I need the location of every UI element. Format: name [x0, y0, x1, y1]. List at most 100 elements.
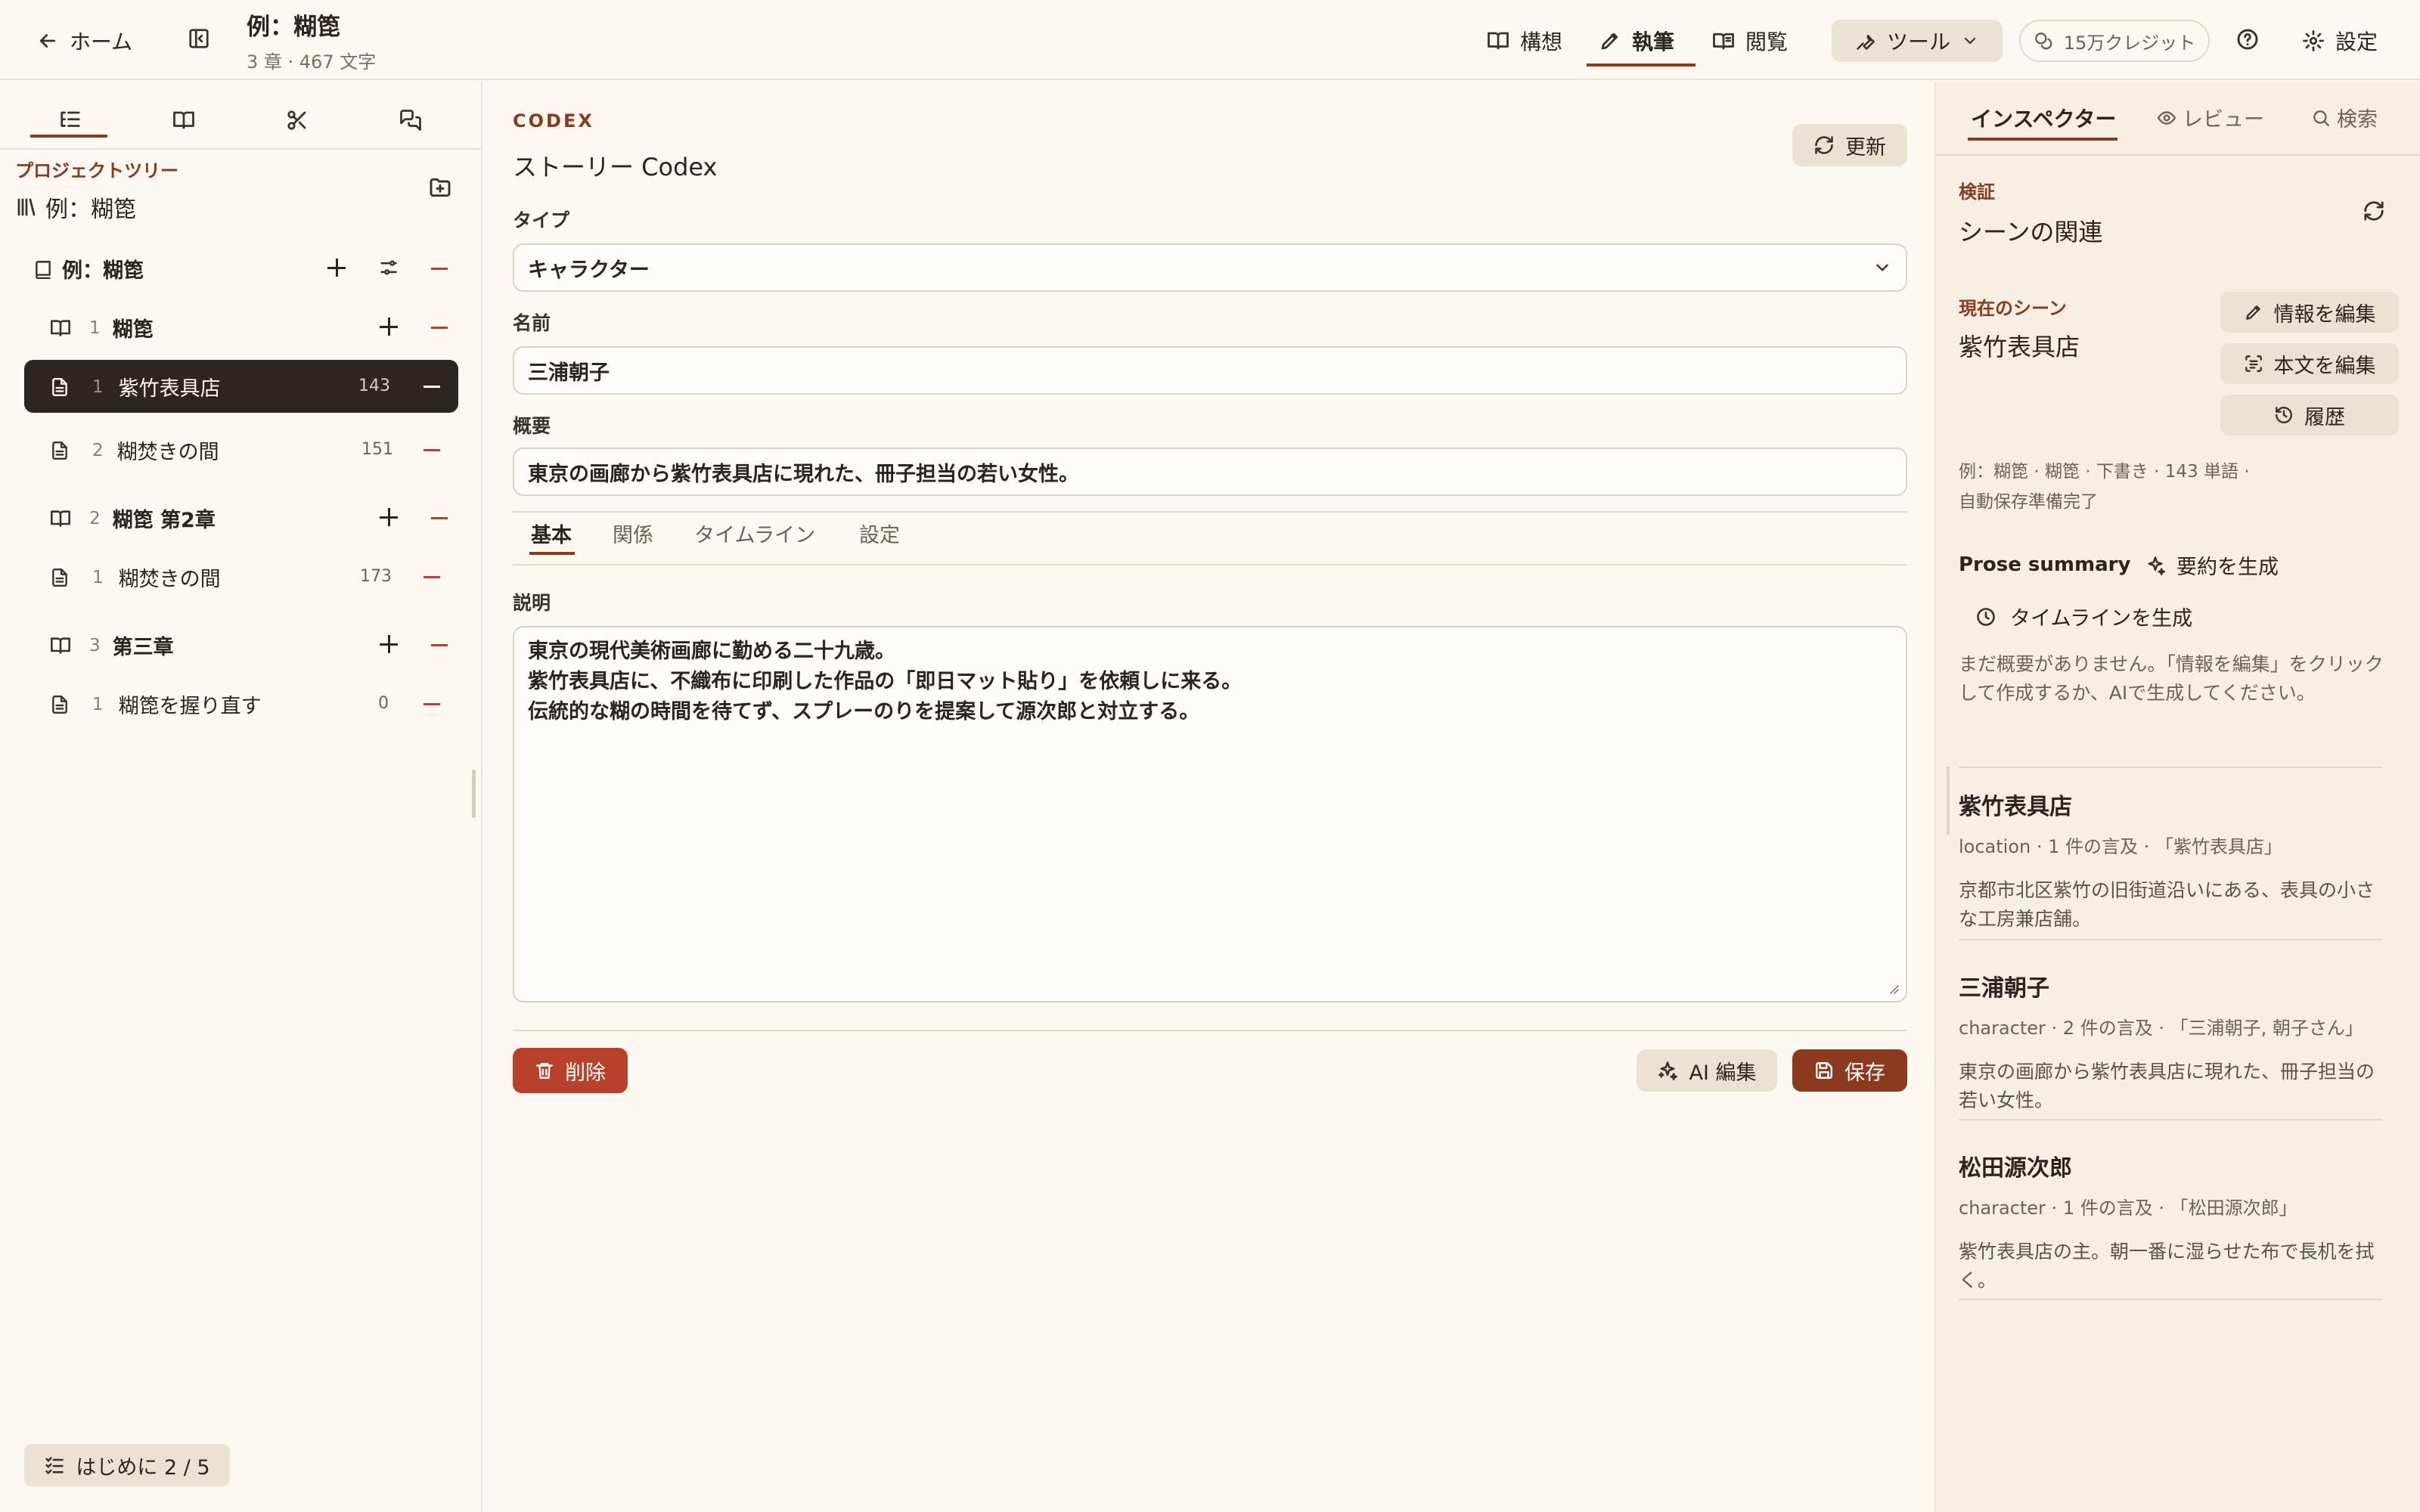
chapter-title: 糊箆 第2章 — [112, 509, 216, 532]
collapse-book-button[interactable] — [431, 268, 448, 270]
tab-relations[interactable]: 関係 — [613, 519, 653, 548]
tree-book-row[interactable]: 例：糊箆 — [33, 254, 144, 284]
settings-button[interactable]: 設定 — [2302, 26, 2378, 56]
tab-search[interactable]: 検索 — [2311, 103, 2378, 132]
entry-meta: character · 2 件の言及 · 「三浦朝子, 朝子さん」 — [1959, 1018, 2363, 1039]
entry-title: 松田源次郎 — [1959, 1155, 2072, 1182]
mode-write-button[interactable]: 執筆 — [1599, 26, 1674, 56]
resize-grip-icon[interactable] — [1886, 981, 1900, 995]
tab-chat[interactable] — [361, 100, 460, 145]
book-icon — [33, 259, 53, 279]
tab-cut[interactable] — [248, 100, 346, 145]
sidebar-toggle-icon — [188, 27, 210, 50]
tree-chapter-row[interactable]: 2 糊箆 第2章 — [50, 503, 216, 533]
add-scene-button[interactable] — [380, 318, 398, 336]
tree-scene-row[interactable]: 2 糊焚きの間 — [50, 435, 219, 465]
scene-title: 紫竹表具店 — [118, 377, 221, 401]
new-folder-button[interactable] — [428, 175, 452, 200]
edit-text-label: 本文を編集 — [2273, 354, 2376, 378]
collapse-chapter-button[interactable] — [431, 327, 448, 329]
book-title: 例：糊箆 — [62, 259, 144, 283]
tree-scene-row[interactable]: 1 糊焚きの間 — [50, 562, 221, 592]
tab-tree[interactable] — [21, 100, 119, 145]
type-select[interactable]: キャラクター — [513, 243, 1907, 292]
collapse-chapter-button[interactable] — [431, 517, 448, 519]
chapter-number: 1 — [89, 318, 101, 338]
name-input[interactable]: 三浦朝子 — [513, 346, 1907, 395]
tree-scene-row[interactable]: 1 糊箆を握り直す — [50, 689, 262, 719]
tab-book[interactable] — [135, 100, 233, 145]
remove-scene-button[interactable] — [424, 703, 440, 705]
mode-read-button[interactable]: 閲覧 — [1712, 26, 1788, 56]
tab-search-label: 検索 — [2337, 108, 2378, 132]
entry-meta: character · 1 件の言及 · 「松田源次郎」 — [1959, 1198, 2297, 1219]
scene-number: 1 — [92, 694, 104, 714]
book-open-icon — [172, 109, 195, 132]
scan-text-icon — [2244, 354, 2263, 373]
mode-outline-button[interactable]: 構想 — [1487, 26, 1562, 56]
tree-chapter-row[interactable]: 1 糊箆 — [50, 313, 154, 342]
tab-inspector[interactable]: インスペクター — [1971, 103, 2116, 133]
save-button[interactable]: 保存 — [1792, 1049, 1907, 1092]
summary-value: 東京の画廊から紫竹表具店に現れた、冊子担当の若い女性。 — [528, 462, 1079, 486]
active-tab-underline — [30, 135, 107, 138]
delete-button[interactable]: 削除 — [513, 1048, 628, 1093]
tab-review[interactable]: レビュー — [2157, 103, 2264, 132]
chapter-number: 3 — [89, 635, 101, 655]
chapter-title: 第三章 — [112, 636, 174, 659]
toggle-sidebar-button[interactable] — [188, 27, 210, 50]
codex-entry-card[interactable]: 紫竹表具店 location · 1 件の言及 · 「紫竹表具店」 京都市北区紫… — [1959, 788, 2382, 934]
codex-entry-card[interactable]: 松田源次郎 character · 1 件の言及 · 「松田源次郎」 紫竹表具店… — [1959, 1149, 2382, 1295]
scene-number: 2 — [92, 440, 104, 460]
refresh-relations-button[interactable] — [2363, 200, 2385, 222]
remove-scene-button[interactable] — [424, 576, 440, 578]
scene-number: 1 — [92, 376, 104, 397]
ai-edit-button[interactable]: AI 編集 — [1637, 1049, 1777, 1092]
list-checks-icon — [44, 1455, 65, 1476]
add-scene-button[interactable] — [380, 635, 398, 653]
tree-scene-row[interactable]: 1 紫竹表具店 — [50, 372, 221, 401]
entry-title: 紫竹表具店 — [1959, 794, 2072, 820]
tab-settings[interactable]: 設定 — [859, 519, 900, 548]
description-textarea[interactable]: 東京の現代美術画廊に勤める二十九歳。 紫竹表具店に、不織布に印刷した作品の「即日… — [513, 626, 1907, 1002]
remove-scene-button[interactable] — [424, 386, 440, 388]
collapse-chapter-button[interactable] — [431, 644, 448, 646]
onboarding-button[interactable]: はじめに 2 / 5 — [24, 1444, 230, 1486]
generate-summary-button[interactable]: 要約を生成 — [2145, 550, 2279, 580]
credits-badge[interactable]: 15万クレジット — [2019, 20, 2210, 62]
summary-input[interactable]: 東京の画廊から紫竹表具店に現れた、冊子担当の若い女性。 — [513, 448, 1907, 496]
trash-icon — [535, 1061, 554, 1080]
remove-scene-button[interactable] — [424, 449, 440, 451]
type-value: キャラクター — [528, 258, 650, 282]
edit-info-button[interactable]: 情報を編集 — [2220, 292, 2399, 333]
history-button[interactable]: 履歴 — [2220, 395, 2399, 435]
refresh-button[interactable]: 更新 — [1792, 124, 1907, 166]
generate-timeline-button[interactable]: タイムラインを生成 — [1975, 602, 2192, 631]
prose-summary-label: Prose summary — [1959, 553, 2131, 576]
home-button[interactable]: ホーム — [36, 26, 132, 56]
entry-divider — [1959, 1299, 2382, 1300]
tab-basic[interactable]: 基本 — [531, 519, 572, 548]
edit-text-button[interactable]: 本文を編集 — [2220, 343, 2399, 384]
help-button[interactable] — [2235, 27, 2260, 51]
scene-word-count: 143 — [358, 376, 390, 395]
eye-icon — [2157, 108, 2176, 128]
tools-dropdown[interactable]: ツール — [1832, 20, 2003, 62]
mode-outline-label: 構想 — [1520, 29, 1563, 54]
codex-entry-card[interactable]: 三浦朝子 character · 2 件の言及 · 「三浦朝子, 朝子さん」 東… — [1959, 969, 2382, 1115]
generate-summary-label: 要約を生成 — [2176, 556, 2279, 579]
description-line: 伝統的な糊の時間を待てず、スプレーのりを提案して源次郎と対立する。 — [528, 700, 1200, 723]
tree-chapter-row[interactable]: 3 第三章 — [50, 631, 174, 660]
add-chapter-button[interactable] — [327, 259, 346, 277]
scissors-icon — [286, 109, 309, 132]
filter-button[interactable] — [378, 257, 399, 278]
settings-label: 設定 — [2335, 29, 2378, 54]
chevron-down-icon — [1872, 258, 1892, 277]
resize-handle[interactable] — [472, 770, 476, 818]
verify-label: 検証 — [1959, 181, 1995, 203]
tabs-bottom-divider — [513, 564, 1907, 565]
coins-icon — [2034, 31, 2053, 51]
tab-timeline[interactable]: タイムライン — [694, 519, 815, 548]
add-scene-button[interactable] — [380, 508, 398, 526]
scene-word-count: 151 — [361, 440, 393, 459]
